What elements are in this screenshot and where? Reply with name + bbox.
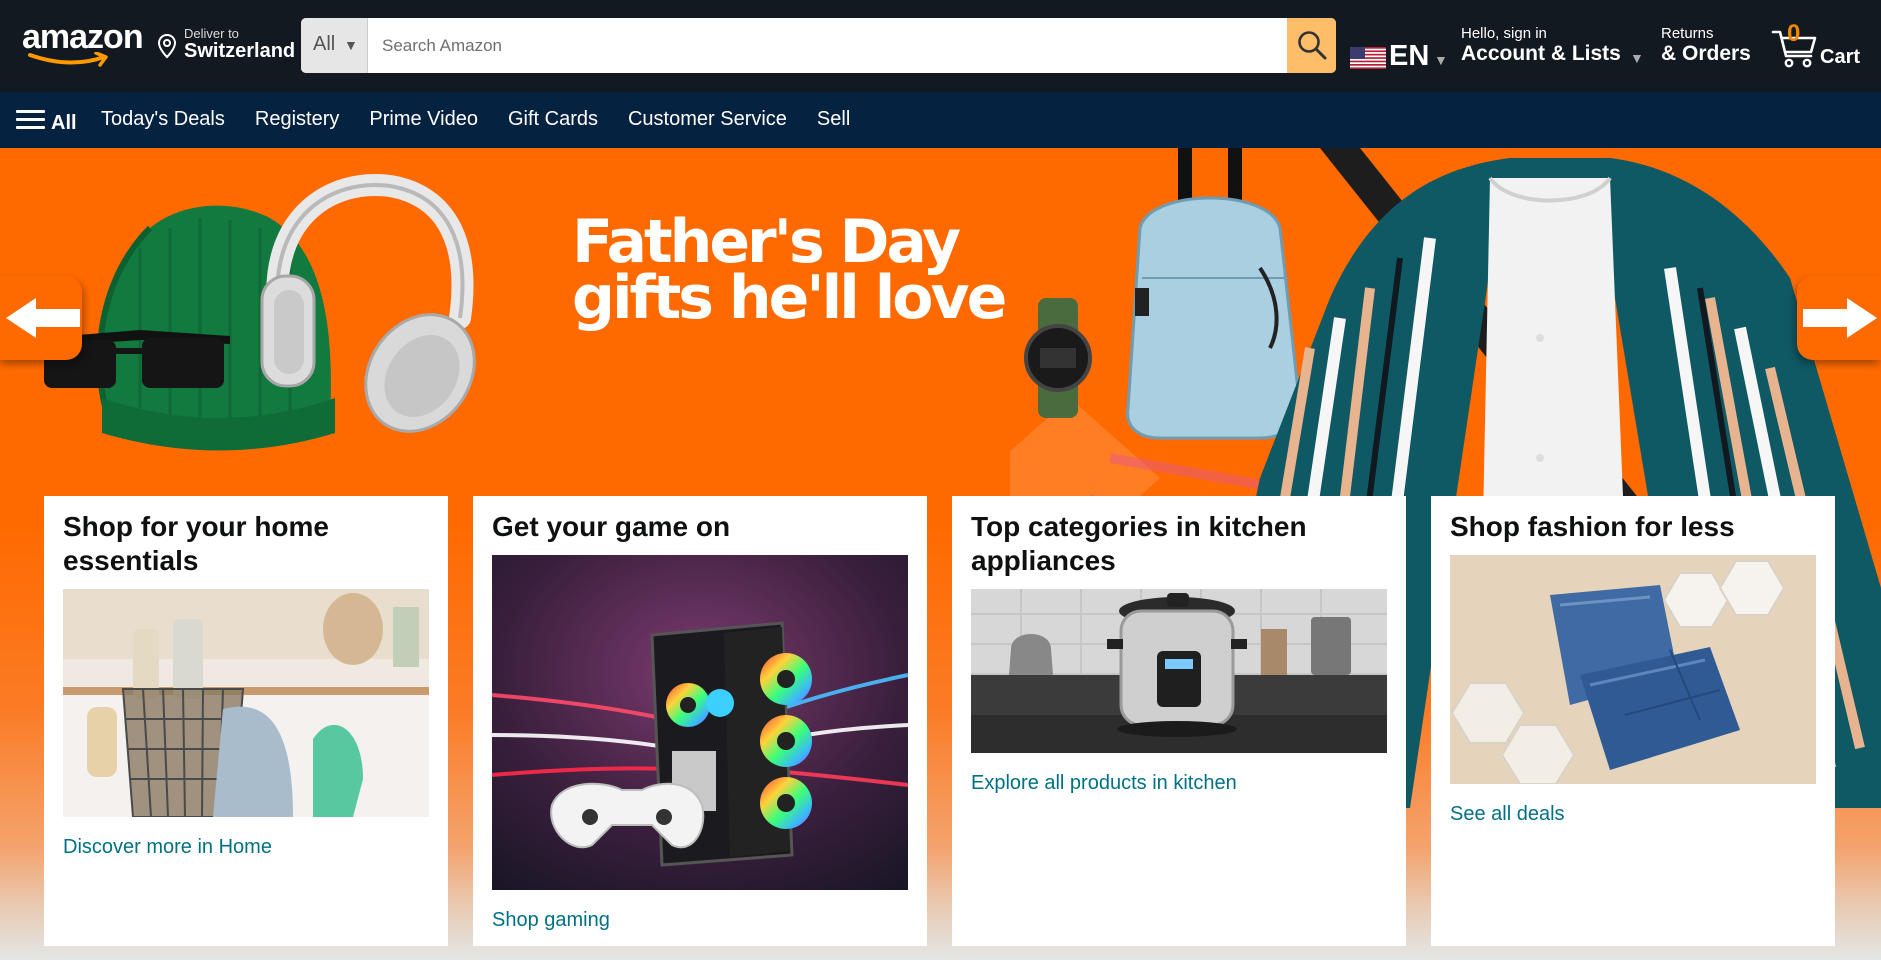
top-header: amazon Deliver to Switzerland All ▼ Sear… xyxy=(0,0,1881,92)
search-button[interactable] xyxy=(1287,18,1336,73)
deliver-to[interactable]: Deliver to Switzerland xyxy=(157,24,296,66)
nav-links: Today's Deals Registery Prime Video Gift… xyxy=(101,108,880,131)
nav-link-gift-cards[interactable]: Gift Cards xyxy=(508,108,598,131)
hero-title: Father's Day gifts he'll love xyxy=(572,207,1007,333)
search-bar: All ▼ xyxy=(301,18,1336,73)
search-icon xyxy=(1298,31,1327,60)
card-gaming: Get your game on Shop gaming xyxy=(473,496,927,946)
hero-title-line1: Father's Day xyxy=(572,207,961,277)
hero-title-line2: gifts he'll love xyxy=(572,263,1007,333)
card-link[interactable]: Discover more in Home xyxy=(63,836,272,859)
card-kitchen-appliances: Top categories in kitchen appliances Exp… xyxy=(952,496,1406,946)
deliver-country: Switzerland xyxy=(184,40,296,62)
arrow-right-icon xyxy=(1803,298,1877,338)
fashion-image[interactable] xyxy=(1450,555,1816,784)
nav-bar: All Today's Deals Registery Prime Video … xyxy=(0,92,1881,148)
caret-down-icon: ▼ xyxy=(1630,50,1644,66)
nav-link-sell[interactable]: Sell xyxy=(817,108,850,131)
home-essentials-image[interactable] xyxy=(63,589,429,817)
caret-down-icon: ▼ xyxy=(344,37,358,53)
card-link[interactable]: Explore all products in kitchen xyxy=(971,772,1237,795)
carousel-prev-button[interactable] xyxy=(0,276,82,360)
sign-in-greeting: Hello, sign in xyxy=(1461,25,1547,42)
account-lists-label: Account & Lists xyxy=(1461,42,1621,65)
nav-link-prime-video[interactable]: Prime Video xyxy=(369,108,478,131)
cart-label: Cart xyxy=(1820,46,1861,68)
cart-button[interactable]: 0 Cart xyxy=(1771,20,1871,72)
card-title: Shop for your home essentials xyxy=(63,511,329,576)
search-category-value: All xyxy=(313,33,336,55)
hamburger-icon xyxy=(16,110,45,130)
returns-label: Returns xyxy=(1661,25,1714,42)
logo-smile-icon xyxy=(28,52,108,67)
nav-link-todays-deals[interactable]: Today's Deals xyxy=(101,108,225,131)
us-flag-icon xyxy=(1350,47,1386,69)
orders-label: & Orders xyxy=(1661,42,1751,65)
account-lists[interactable]: Hello, sign in Account & Lists ▼ xyxy=(1461,23,1645,69)
card-link[interactable]: Shop gaming xyxy=(492,909,610,932)
search-input[interactable] xyxy=(368,18,1268,73)
cart-count: 0 xyxy=(1787,20,1801,47)
deliver-to-label: Deliver to xyxy=(184,26,239,41)
location-pin-icon xyxy=(157,33,177,59)
carousel-next-button[interactable] xyxy=(1797,276,1881,360)
amazon-logo[interactable]: amazon xyxy=(22,18,150,68)
nav-link-registry[interactable]: Registery xyxy=(255,108,339,131)
card-home-essentials: Shop for your home essentials Discover m… xyxy=(44,496,448,946)
arrow-left-icon xyxy=(6,298,80,338)
caret-down-icon: ▼ xyxy=(1434,52,1448,68)
card-title: Get your game on xyxy=(492,511,731,542)
card-link[interactable]: See all deals xyxy=(1450,803,1565,826)
card-title: Top categories in kitchen appliances xyxy=(971,511,1307,576)
language-code: EN xyxy=(1389,40,1430,72)
all-menu-label: All xyxy=(51,112,77,134)
gaming-image[interactable] xyxy=(492,555,908,890)
kitchen-appliances-image[interactable] xyxy=(971,589,1387,753)
card-fashion: Shop fashion for less See all deals xyxy=(1431,496,1835,946)
card-title: Shop fashion for less xyxy=(1450,511,1735,542)
search-category-select[interactable]: All ▼ xyxy=(301,18,368,73)
nav-link-customer-service[interactable]: Customer Service xyxy=(628,108,787,131)
returns-orders[interactable]: Returns & Orders xyxy=(1661,23,1761,69)
hero-products-left-image xyxy=(40,174,476,451)
